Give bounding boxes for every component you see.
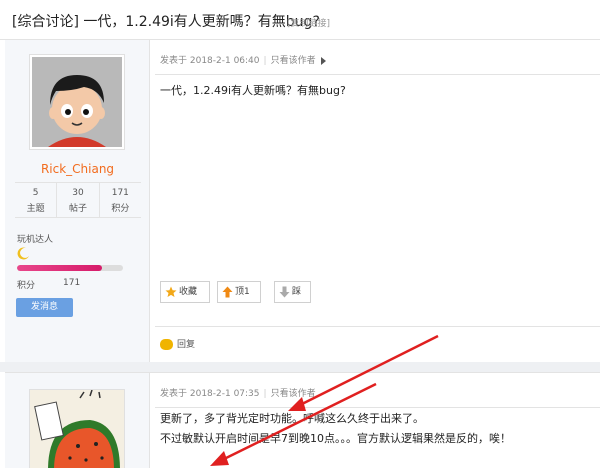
red-arrow-1 (288, 334, 439, 411)
annotation-arrows (210, 334, 439, 466)
red-arrow-2 (210, 382, 377, 466)
